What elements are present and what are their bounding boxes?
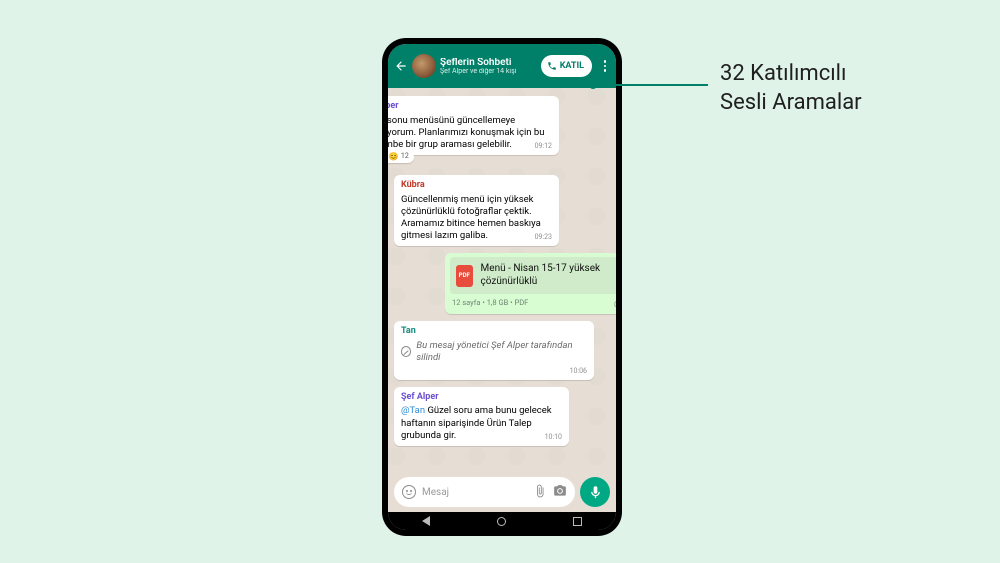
phone-frame: Şeflerin Sohbeti Şef Alper ve diğer 14 k…	[382, 38, 622, 536]
join-call-button[interactable]: KATIL	[541, 55, 592, 77]
chat-subtitle: Şef Alper ve diğer 14 kişi	[440, 68, 537, 75]
message-outgoing-file[interactable]: PDF Menü - Nisan 15-17 yüksek çözünürlük…	[445, 253, 616, 314]
input-placeholder: Mesaj	[422, 487, 527, 498]
callout-line1: 32 Katılımcılı	[720, 60, 862, 89]
message-incoming[interactable]: Şef Alper @Tan Güzel soru ama bunu gelec…	[394, 387, 569, 446]
message-time: 09:34 ✓✓	[614, 300, 616, 310]
camera-icon[interactable]	[553, 483, 567, 502]
chat-area: Şef Alper Hafta sonu menüsünü güncelleme…	[388, 88, 616, 472]
reactions-bubble[interactable]: 👍🙏😊 12	[388, 151, 414, 163]
file-attachment[interactable]: PDF Menü - Nisan 15-17 yüksek çözünürlük…	[450, 257, 616, 294]
sender-name: Şef Alper	[388, 101, 552, 113]
screen: Şeflerin Sohbeti Şef Alper ve diğer 14 k…	[388, 44, 616, 530]
input-bar: Mesaj	[388, 472, 616, 512]
callout-connector	[593, 84, 708, 86]
feature-callout: 32 Katılımcılı Sesli Aramalar	[720, 60, 862, 117]
message-time: 10:06	[570, 367, 587, 376]
mic-button[interactable]	[580, 477, 610, 507]
message-input[interactable]: Mesaj	[394, 477, 575, 507]
nav-back-icon[interactable]	[422, 516, 430, 526]
emoji-icon[interactable]	[402, 485, 416, 499]
message-time: 10:10	[545, 433, 562, 442]
group-avatar[interactable]	[412, 54, 436, 78]
message-time: 09:12	[535, 142, 552, 151]
mention[interactable]: @Tan	[401, 405, 425, 416]
message-text: Hafta sonu menüsünü güncellemeye uğraşıy…	[388, 115, 544, 150]
message-incoming-deleted[interactable]: Tan Bu mesaj yönetici Şef Alper tarafınd…	[394, 321, 594, 380]
message-incoming[interactable]: Kübra Güncellenmiş menü için yüksek çözü…	[394, 175, 559, 246]
message-text: Güncellenmiş menü için yüksek çözünürlük…	[401, 194, 541, 241]
nav-recent-icon[interactable]	[573, 517, 582, 526]
attach-icon[interactable]	[533, 483, 547, 502]
message-time: 09:23	[535, 233, 552, 242]
message-incoming[interactable]: Şef Alper Hafta sonu menüsünü güncelleme…	[388, 96, 559, 155]
mic-icon	[588, 485, 603, 500]
android-nav-bar	[388, 512, 616, 530]
reaction-emojis: 👍🙏😊	[388, 152, 399, 162]
more-menu-icon[interactable]	[600, 60, 610, 72]
nav-home-icon[interactable]	[497, 517, 506, 526]
back-icon[interactable]	[394, 59, 408, 73]
chat-header: Şeflerin Sohbeti Şef Alper ve diğer 14 k…	[388, 44, 616, 88]
chat-title: Şeflerin Sohbeti	[440, 58, 537, 68]
join-call-label: KATIL	[560, 61, 584, 71]
phone-icon	[547, 61, 557, 71]
reaction-count: 12	[401, 152, 409, 161]
sender-name: Şef Alper	[401, 392, 562, 404]
deleted-text: Bu mesaj yönetici Şef Alper tarafından s…	[416, 340, 587, 364]
deleted-icon	[401, 346, 411, 357]
file-meta: 12 sayfa • 1,8 GB • PDF	[452, 298, 528, 307]
sender-name: Kübra	[401, 180, 552, 192]
callout-line2: Sesli Aramalar	[720, 89, 862, 118]
pdf-icon: PDF	[456, 265, 473, 287]
sender-name: Tan	[401, 326, 587, 338]
file-name: Menü - Nisan 15-17 yüksek çözünürlüklü	[481, 263, 615, 288]
chat-title-block[interactable]: Şeflerin Sohbeti Şef Alper ve diğer 14 k…	[440, 58, 537, 75]
